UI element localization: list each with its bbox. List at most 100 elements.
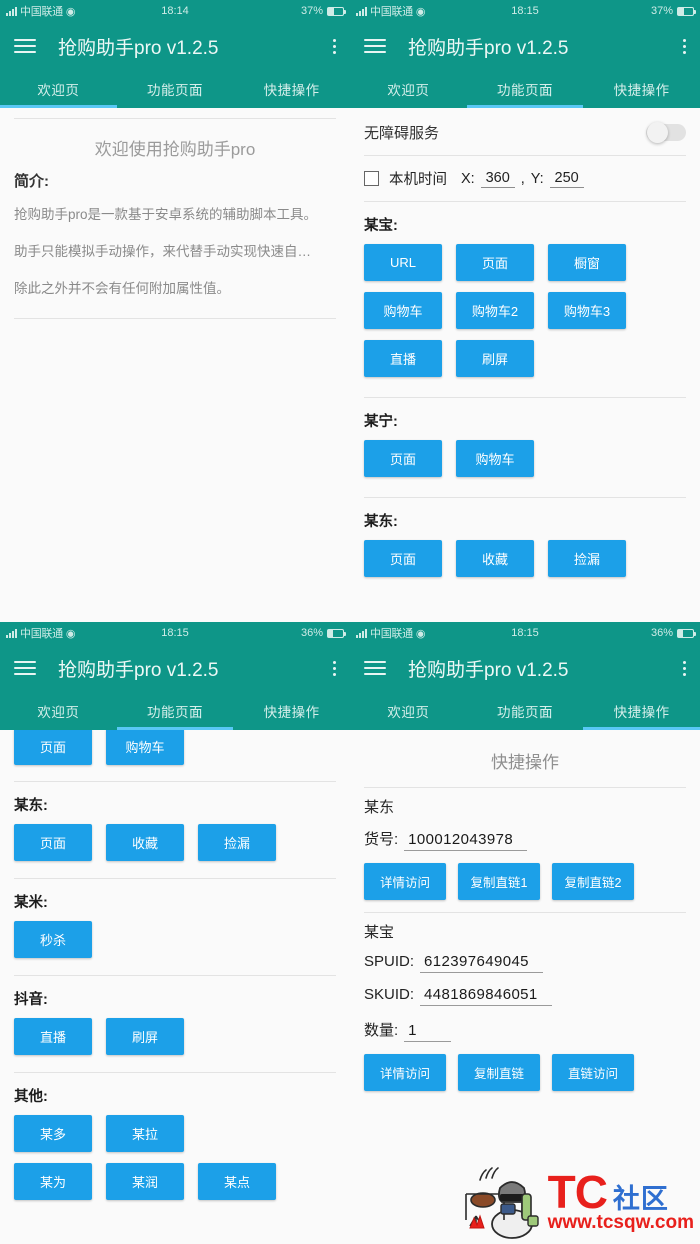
status-left: 中国联通 ◉ [356,3,425,19]
carrier-label: 中国联通 [20,6,63,18]
status-bar: 中国联通 ◉ 18:15 36% [0,622,350,644]
wifi-icon: ◉ [415,5,426,18]
action-button[interactable]: 页面 [456,244,534,281]
button-row: 购物车 购物车2 购物车3 [364,292,686,340]
screenshot-grid: 中国联通 ◉ 18:14 37% 抢购助手pro v1.2.5 欢迎页 功能页面… [0,0,700,1244]
action-button[interactable]: 某拉 [106,1115,184,1152]
group-label: 某东: [364,514,398,530]
battery-icon [327,628,346,638]
tab-welcome[interactable]: 欢迎页 [0,70,117,108]
battery-icon [327,6,346,16]
accessibility-service-label: 无障碍服务 [364,125,440,142]
action-button[interactable]: URL [364,244,442,281]
kebab-menu-icon[interactable] [683,660,686,676]
action-button[interactable]: 复制直链 [458,1054,540,1091]
action-button[interactable]: 复制直链1 [458,863,540,900]
action-button[interactable]: 页面 [364,440,442,477]
quick-content: 快捷操作 某东 货号: 100012043978 详情访问 复制直链1 复制直链… [350,730,700,1244]
action-button[interactable]: 刷屏 [106,1018,184,1055]
panel-quick: 中国联通 ◉ 18:15 36% 抢购助手pro v1.2.5 欢迎页 功能页面… [350,622,700,1244]
kebab-menu-icon[interactable] [683,38,686,54]
field-label: SPUID: [364,953,415,970]
tab-functional[interactable]: 功能页面 [467,70,584,108]
action-button[interactable]: 某多 [14,1115,92,1152]
tab-functional[interactable]: 功能页面 [117,692,234,730]
action-button[interactable]: 捡漏 [198,824,276,861]
action-button[interactable]: 页面 [14,730,92,765]
action-button[interactable]: 页面 [364,540,442,577]
tab-functional[interactable]: 功能页面 [117,70,234,108]
field-input[interactable]: 1 [404,1022,451,1042]
group-jd: 某东: 页面 收藏 捡漏 [14,782,336,872]
group-suning: 某宁: 页面 购物车 [364,398,686,488]
field-row: 数量: 1 [364,1014,686,1050]
hamburger-icon[interactable] [14,39,36,53]
group-label: 某宁: [364,414,398,430]
action-button[interactable]: 购物车 [456,440,534,477]
kebab-menu-icon[interactable] [333,38,336,54]
group-label: 某宝: [364,218,398,234]
status-left: 中国联通 ◉ [6,3,75,19]
tab-welcome[interactable]: 欢迎页 [350,692,467,730]
field-input[interactable]: 612397649045 [420,953,543,973]
mascot-icon [456,1164,542,1240]
group-jd: 某东: 页面 收藏 捡漏 [364,498,686,588]
wifi-icon: ◉ [65,627,76,640]
action-button[interactable]: 页面 [14,824,92,861]
action-button[interactable]: 刷屏 [456,340,534,377]
action-button[interactable]: 某为 [14,1163,92,1200]
tab-bar: 欢迎页 功能页面 快捷操作 [0,70,350,108]
tab-quick[interactable]: 快捷操作 [233,692,350,730]
hamburger-icon[interactable] [364,661,386,675]
action-button[interactable]: 某点 [198,1163,276,1200]
action-button[interactable]: 收藏 [106,824,184,861]
functional-scrolled-content: 页面 购物车 某东: 页面 收藏 捡漏 某米: 秒杀 抖音: 直播 刷屏 其他:… [0,730,350,1244]
tab-quick[interactable]: 快捷操作 [583,692,700,730]
watermark-brand-cn: 社区 [612,1183,669,1214]
hamburger-icon[interactable] [364,39,386,53]
group-douyin: 抖音: 直播 刷屏 [14,976,336,1066]
tab-welcome[interactable]: 欢迎页 [0,692,117,730]
quick-title: 快捷操作 [491,753,559,772]
battery-percent: 36% [650,627,673,639]
status-bar: 中国联通 ◉ 18:15 36% [350,622,700,644]
action-button[interactable]: 详情访问 [364,1054,446,1091]
field-input[interactable]: 100012043978 [404,831,528,851]
page-title: 抢购助手pro v1.2.5 [408,659,569,681]
tab-functional[interactable]: 功能页面 [467,692,584,730]
field-input[interactable]: 4481869846051 [420,986,552,1006]
action-button[interactable]: 购物车2 [456,292,534,329]
watermark-url: www.tcsqw.com [547,1211,694,1233]
action-button[interactable]: 购物车 [106,730,184,765]
functional-content: 无障碍服务 本机时间 X: 360 , Y: 250 某宝: URL 页面 橱窗… [350,108,700,622]
status-right: 37% [301,5,346,17]
intro-paragraph-3: 除此之外并不会有任何附加属性值。 [14,280,230,296]
local-time-checkbox[interactable] [364,171,379,186]
kebab-menu-icon[interactable] [333,660,336,676]
status-right: 36% [650,627,696,639]
action-button[interactable]: 复制直链2 [552,863,634,900]
hamburger-icon[interactable] [14,661,36,675]
panel-welcome: 中国联通 ◉ 18:14 37% 抢购助手pro v1.2.5 欢迎页 功能页面… [0,0,350,622]
action-button[interactable]: 橱窗 [548,244,626,281]
action-button[interactable]: 秒杀 [14,921,92,958]
action-button[interactable]: 购物车 [364,292,442,329]
action-button[interactable]: 某润 [106,1163,184,1200]
intro-paragraph-1: 抢购助手pro是一款基于安卓系统的辅助脚本工具。 [14,207,318,222]
tab-quick[interactable]: 快捷操作 [583,70,700,108]
action-button[interactable]: 捡漏 [548,540,626,577]
status-left: 中国联通 ◉ [6,625,75,641]
action-button[interactable]: 详情访问 [364,863,446,900]
action-button[interactable]: 收藏 [456,540,534,577]
section-name: 某东 [364,799,395,816]
accessibility-service-toggle[interactable] [646,122,686,143]
status-bar: 中国联通 ◉ 18:14 37% [0,0,350,22]
action-button[interactable]: 购物车3 [548,292,626,329]
y-input[interactable]: 250 [549,170,584,188]
action-button[interactable]: 直链访问 [552,1054,634,1091]
tab-welcome[interactable]: 欢迎页 [350,70,467,108]
tab-quick[interactable]: 快捷操作 [233,70,350,108]
action-button[interactable]: 直播 [14,1018,92,1055]
action-button[interactable]: 直播 [364,340,442,377]
x-input[interactable]: 360 [480,170,515,188]
